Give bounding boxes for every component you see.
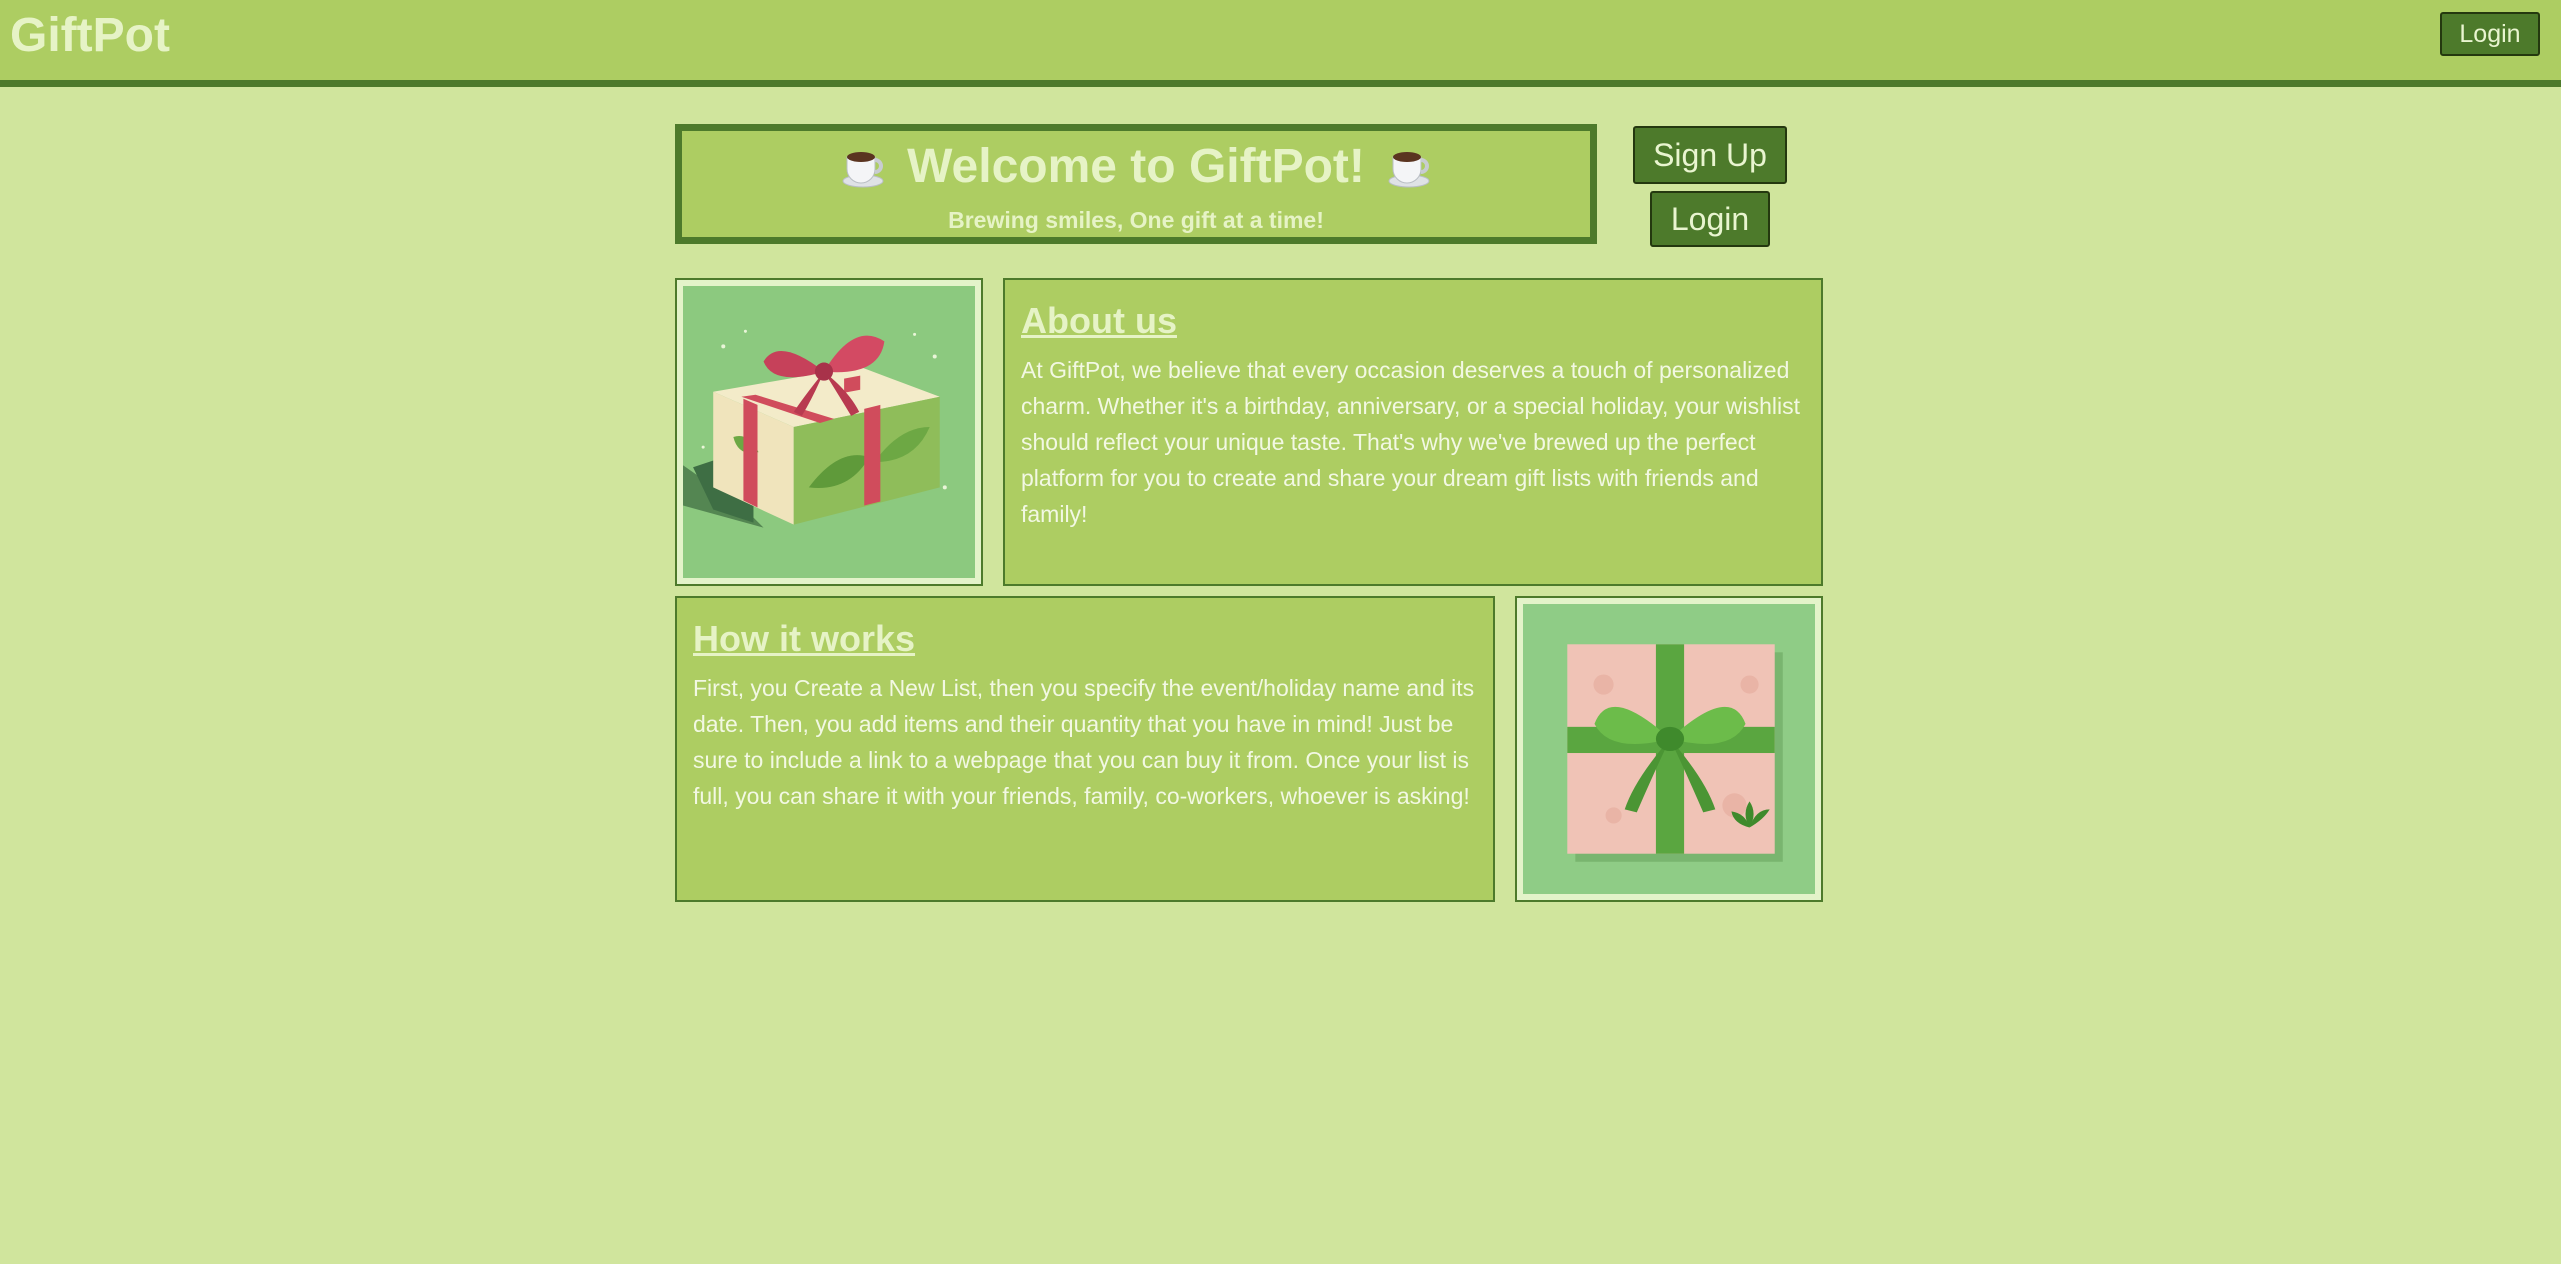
how-it-works-text: First, you Create a New List, then you s… xyxy=(693,675,1475,809)
welcome-title: Welcome to GiftPot! xyxy=(907,140,1365,193)
gift-illustration-red-ribbon xyxy=(675,278,983,586)
login-button[interactable]: Login xyxy=(1650,191,1770,247)
gift-box-red-ribbon-image xyxy=(683,286,975,578)
how-it-works-card: How it works First, you Create a New Lis… xyxy=(675,596,1495,902)
welcome-banner: Welcome to GiftPot! Brewing smiles, One … xyxy=(675,124,1597,244)
about-us-text: At GiftPot, we believe that every occasi… xyxy=(1021,357,1801,527)
sign-up-button[interactable]: Sign Up xyxy=(1633,126,1787,184)
welcome-subtitle: Brewing smiles, One gift at a time! xyxy=(948,207,1324,233)
coffee-cup-icon xyxy=(1388,151,1430,187)
about-us-card: About us At GiftPot, we believe that eve… xyxy=(1003,278,1823,586)
gift-illustration-green-ribbon xyxy=(1515,596,1823,902)
welcome-heading-row: Welcome to GiftPot! xyxy=(682,139,1590,194)
gift-box-green-ribbon-image xyxy=(1523,604,1815,894)
nav-login-button[interactable]: Login xyxy=(2440,12,2540,56)
about-us-heading[interactable]: About us xyxy=(1021,300,1805,342)
top-navbar: GiftPot Login xyxy=(0,0,2561,87)
how-it-works-heading[interactable]: How it works xyxy=(693,618,1477,660)
brand-logo[interactable]: GiftPot xyxy=(10,8,170,63)
coffee-cup-icon xyxy=(842,151,884,187)
